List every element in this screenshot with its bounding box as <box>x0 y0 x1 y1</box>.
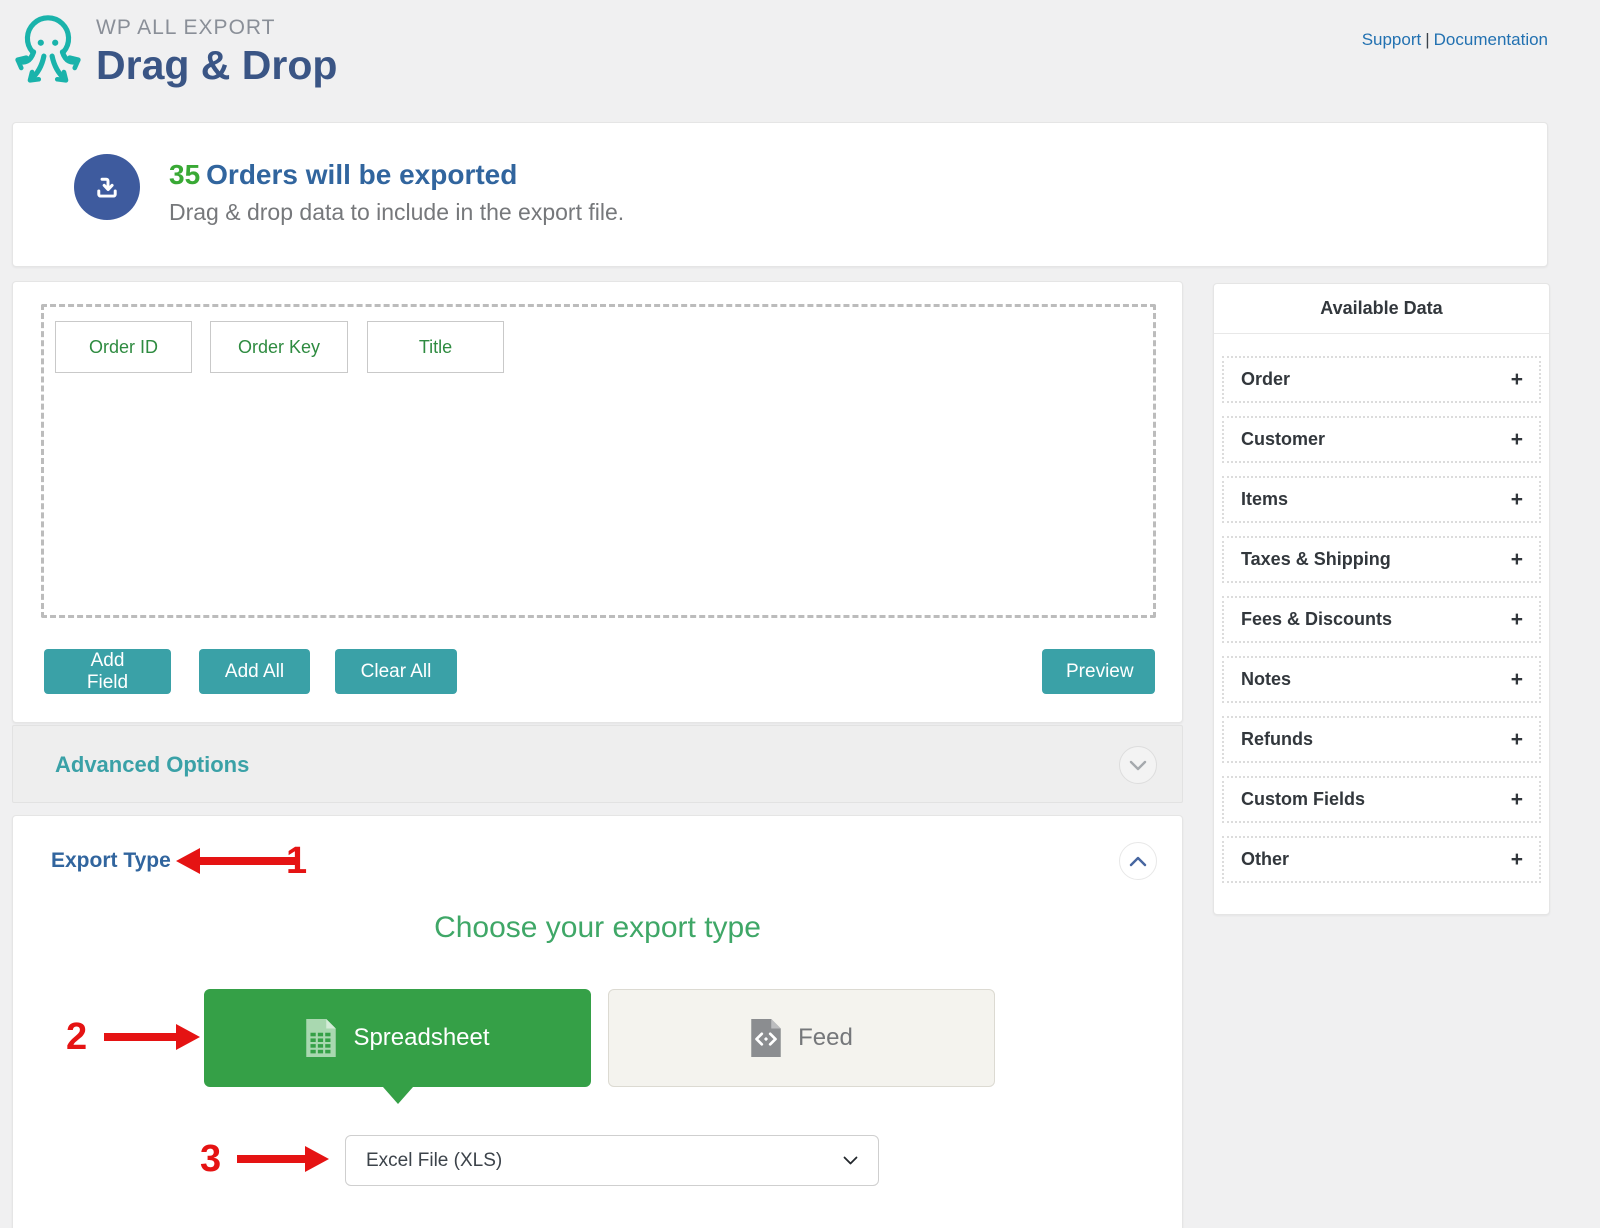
plus-icon[interactable]: + <box>1511 788 1523 812</box>
plus-icon[interactable]: + <box>1511 668 1523 692</box>
export-format-select[interactable]: Excel File (XLS) <box>345 1135 879 1186</box>
export-summary-banner: 35Orders will be exported Drag & drop da… <box>12 122 1548 267</box>
sidebar-item-label: Notes <box>1241 669 1291 690</box>
advanced-options-bar[interactable]: Advanced Options <box>12 725 1183 803</box>
choose-export-type-heading: Choose your export type <box>13 911 1182 945</box>
annotation-number-2: 2 <box>66 1016 87 1059</box>
plus-icon[interactable]: + <box>1511 548 1523 572</box>
support-link[interactable]: Support <box>1362 30 1422 49</box>
sidebar-item-order[interactable]: Order + <box>1222 356 1541 403</box>
sidebar-item-items[interactable]: Items + <box>1222 476 1541 523</box>
plus-icon[interactable]: + <box>1511 728 1523 752</box>
link-separator: | <box>1425 30 1429 49</box>
sidebar-item-label: Custom Fields <box>1241 789 1365 810</box>
export-count: 35 <box>169 159 200 190</box>
annotation-number-1: 1 <box>286 840 307 883</box>
field-pill-order-key[interactable]: Order Key <box>210 321 348 373</box>
field-builder-panel: Order ID Order Key Title Add Field Add A… <box>12 281 1183 723</box>
banner-text: 35Orders will be exported Drag & drop da… <box>169 159 624 226</box>
export-count-label: Orders will be exported <box>206 159 517 190</box>
sidebar-item-customer[interactable]: Customer + <box>1222 416 1541 463</box>
sidebar-item-other[interactable]: Other + <box>1222 836 1541 883</box>
octopus-logo-icon <box>12 8 84 101</box>
annotation-arrow-1 <box>176 848 296 874</box>
brand-name: WP ALL EXPORT <box>96 16 337 40</box>
wp-all-export-page: WP ALL EXPORT Drag & Drop Support| Docume… <box>0 0 1600 1228</box>
spreadsheet-type-button[interactable]: Spreadsheet <box>204 989 591 1087</box>
plus-icon[interactable]: + <box>1511 848 1523 872</box>
plus-icon[interactable]: + <box>1511 608 1523 632</box>
preview-button[interactable]: Preview <box>1042 649 1155 694</box>
sidebar-item-label: Items <box>1241 489 1288 510</box>
plus-icon[interactable]: + <box>1511 488 1523 512</box>
advanced-options-label[interactable]: Advanced Options <box>55 752 249 778</box>
plus-icon[interactable]: + <box>1511 368 1523 392</box>
add-field-button[interactable]: Add Field <box>44 649 171 694</box>
export-format-value: Excel File (XLS) <box>366 1150 843 1172</box>
chevron-down-icon <box>843 1156 858 1165</box>
drag-drop-zone[interactable]: Order ID Order Key Title <box>41 304 1156 618</box>
annotation-arrow-3 <box>237 1146 329 1172</box>
sidebar-item-label: Other <box>1241 849 1289 870</box>
chevron-down-icon <box>1129 760 1147 771</box>
sidebar-item-taxes-shipping[interactable]: Taxes & Shipping + <box>1222 536 1541 583</box>
brand-block: WP ALL EXPORT Drag & Drop <box>96 16 337 89</box>
field-pill-title[interactable]: Title <box>367 321 504 373</box>
available-data-sidebar: Available Data Order + Customer + Items … <box>1213 283 1550 915</box>
documentation-link[interactable]: Documentation <box>1434 30 1548 49</box>
spreadsheet-label: Spreadsheet <box>353 1024 489 1052</box>
available-data-list: Order + Customer + Items + Taxes & Shipp… <box>1214 334 1549 909</box>
feed-icon <box>750 1018 782 1058</box>
header-links: Support| Documentation <box>1362 30 1548 50</box>
sidebar-item-fees-discounts[interactable]: Fees & Discounts + <box>1222 596 1541 643</box>
feed-label: Feed <box>798 1024 853 1052</box>
annotation-number-3: 3 <box>200 1138 221 1181</box>
sidebar-item-label: Fees & Discounts <box>1241 609 1392 630</box>
add-all-button[interactable]: Add All <box>199 649 310 694</box>
annotation-arrow-2 <box>104 1024 200 1050</box>
chevron-up-icon <box>1129 856 1147 867</box>
spreadsheet-icon <box>305 1018 337 1058</box>
export-count-title: 35Orders will be exported <box>169 159 624 191</box>
advanced-options-toggle[interactable] <box>1119 746 1157 784</box>
plus-icon[interactable]: + <box>1511 428 1523 452</box>
page-title: Drag & Drop <box>96 42 337 89</box>
download-icon <box>90 170 124 204</box>
selected-type-caret <box>383 1087 413 1104</box>
sidebar-item-custom-fields[interactable]: Custom Fields + <box>1222 776 1541 823</box>
clear-all-button[interactable]: Clear All <box>335 649 457 694</box>
field-pill-order-id[interactable]: Order ID <box>55 321 192 373</box>
sidebar-item-notes[interactable]: Notes + <box>1222 656 1541 703</box>
feed-type-button[interactable]: Feed <box>608 989 995 1087</box>
sidebar-item-label: Order <box>1241 369 1290 390</box>
sidebar-item-label: Refunds <box>1241 729 1313 750</box>
export-type-panel: Export Type Choose your export type Spre… <box>12 815 1183 1228</box>
sidebar-item-refunds[interactable]: Refunds + <box>1222 716 1541 763</box>
available-data-title: Available Data <box>1214 284 1549 334</box>
sidebar-item-label: Customer <box>1241 429 1325 450</box>
download-circle <box>74 154 140 220</box>
sidebar-item-label: Taxes & Shipping <box>1241 549 1391 570</box>
banner-subtitle: Drag & drop data to include in the expor… <box>169 199 624 226</box>
export-type-toggle[interactable] <box>1119 842 1157 880</box>
export-type-label: Export Type <box>51 849 171 873</box>
